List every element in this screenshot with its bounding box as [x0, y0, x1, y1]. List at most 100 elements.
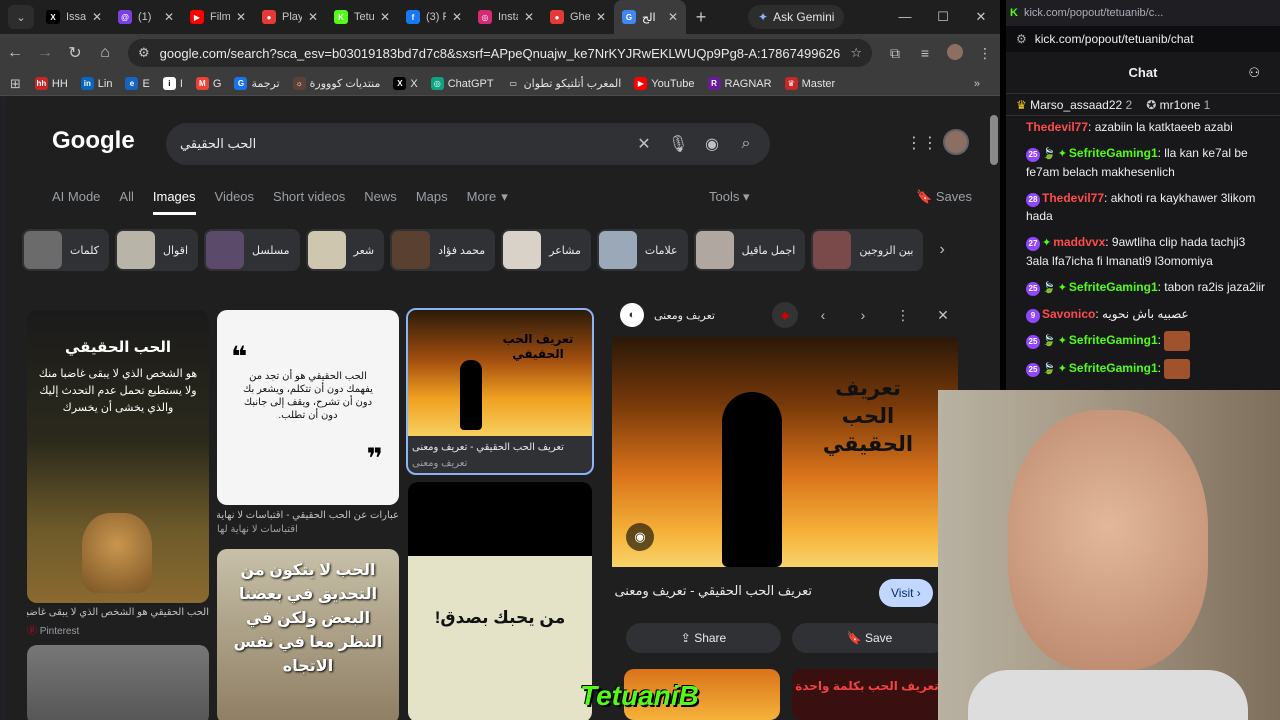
- browser-tab[interactable]: KTetuani✕: [326, 0, 398, 34]
- save-button[interactable]: 🔖 Save: [792, 623, 947, 653]
- search-input[interactable]: الحب الحقيقي: [180, 136, 620, 152]
- lens-search-icon[interactable]: ◉: [626, 523, 654, 551]
- chips-next-icon[interactable]: ›: [939, 241, 944, 259]
- lens-icon[interactable]: ◉: [702, 134, 722, 154]
- chat-message[interactable]: 27 ✦ maddvvx: 9awtliha clip hada tachji3 3…: [1006, 231, 1280, 276]
- browser-tab[interactable]: X Issa ✕: [38, 0, 110, 34]
- microphone-icon[interactable]: 🎙: [668, 134, 688, 154]
- bookmark-item[interactable]: hh HH: [34, 77, 68, 90]
- chat-username[interactable]: SefriteGaming1: [1069, 146, 1158, 160]
- google-logo[interactable]: Google: [52, 127, 135, 155]
- chat-username[interactable]: SefriteGaming1: [1069, 361, 1158, 375]
- profile-avatar[interactable]: [940, 43, 970, 63]
- related-search-chip[interactable]: بين الزوجين: [811, 229, 924, 271]
- account-avatar[interactable]: [943, 129, 969, 155]
- close-tab-icon[interactable]: ✕: [164, 10, 174, 24]
- reload-button[interactable]: ↻: [60, 43, 90, 63]
- chat-username[interactable]: SefriteGaming1: [1069, 333, 1158, 347]
- bookmark-item[interactable]: ▭ المغرب أتلتيكو تطوان: [506, 77, 621, 90]
- bookmark-item[interactable]: R RAGNAR: [707, 77, 772, 90]
- browser-tab[interactable]: @ (1) ✕: [110, 0, 182, 34]
- close-tab-icon[interactable]: ✕: [308, 10, 318, 24]
- chat-username[interactable]: Thedevil77: [1042, 191, 1104, 205]
- chat-message[interactable]: 25 🍃 ✦ SefriteGaming1:: [1006, 357, 1280, 385]
- chat-address-bar[interactable]: ⚙ kick.com/popout/tetuanib/chat: [1006, 26, 1280, 52]
- chat-message[interactable]: 9 Savonico: عصبيه باش نحويه: [1006, 303, 1280, 329]
- related-search-chip[interactable]: مسلسل: [204, 229, 300, 271]
- close-tab-icon[interactable]: ✕: [380, 10, 390, 24]
- home-button[interactable]: ⌂: [90, 44, 120, 62]
- result-caption[interactable]: عبارات عن الحب الحقيقي - اقتباسات لا نها…: [217, 510, 399, 521]
- preview-title[interactable]: تعريف الحب الحقيقي - تعريف ومعنى: [614, 583, 812, 599]
- related-search-chip[interactable]: اجمل ماقيل: [693, 229, 806, 271]
- apps-grid-icon[interactable]: ⊞: [10, 76, 21, 92]
- maximize-button[interactable]: ☐: [924, 0, 962, 34]
- search-box[interactable]: الحب الحقيقي ✕ 🎙 ◉ ⌕: [166, 123, 770, 165]
- next-image-icon[interactable]: ›: [848, 307, 878, 323]
- site-info-icon[interactable]: ⚙: [138, 45, 150, 61]
- search-icon[interactable]: ⌕: [736, 135, 756, 153]
- close-window-button[interactable]: ✕: [962, 0, 1000, 34]
- bookmark-item[interactable]: eE: [125, 77, 150, 90]
- tab-ai-mode[interactable]: AI Mode: [52, 189, 100, 215]
- bookmark-item[interactable]: G ترجمة: [234, 77, 280, 90]
- tab-search-button[interactable]: ⌄: [8, 5, 34, 29]
- page-scrollbar[interactable]: [990, 115, 998, 165]
- result-image-6[interactable]: من يحبك بصدق!: [408, 482, 592, 720]
- chat-message[interactable]: 25 🍃 ✦ SefriteGaming1:: [1006, 329, 1280, 357]
- browser-tab[interactable]: ◎Instagr✕: [470, 0, 542, 34]
- related-search-chip[interactable]: كلمات: [22, 229, 109, 271]
- browser-tab[interactable]: ●Ghebti✕: [542, 0, 614, 34]
- chat-message[interactable]: 25 🍃 ✦ SefriteGaming1: lla kan ke7al be fe7…: [1006, 142, 1280, 187]
- close-tab-icon[interactable]: ✕: [92, 10, 102, 24]
- close-preview-icon[interactable]: ✕: [928, 307, 958, 324]
- more-options-icon[interactable]: ⋮: [888, 307, 918, 324]
- new-tab-button[interactable]: +: [686, 7, 716, 28]
- browser-tab[interactable]: ▶Film ma✕: [182, 0, 254, 34]
- tab-short-videos[interactable]: Short videos: [273, 189, 345, 215]
- tools-button[interactable]: Tools ▾: [709, 189, 750, 205]
- related-search-chip[interactable]: شعر: [305, 229, 385, 271]
- tab-news[interactable]: News: [364, 189, 397, 215]
- saves-button[interactable]: 🔖 Saves: [916, 189, 972, 205]
- visit-button[interactable]: Visit ›: [879, 579, 933, 607]
- related-image-2[interactable]: تعريف الحب بكلمة واحدة: [792, 669, 942, 720]
- gifter-badge[interactable]: ♛ Marso_assaad22 2: [1016, 98, 1132, 112]
- tab-videos[interactable]: Videos: [215, 189, 255, 215]
- related-search-chip[interactable]: مشاعر: [501, 229, 591, 271]
- preview-source-name[interactable]: تعريف ومعنى: [654, 309, 715, 322]
- bookmark-item[interactable]: ◎ ChatGPT: [430, 77, 494, 90]
- share-button[interactable]: ⇪ Share: [626, 623, 781, 653]
- bookmark-item[interactable]: XX: [393, 77, 418, 90]
- browser-tab[interactable]: G الح ✕: [614, 0, 686, 34]
- close-tab-icon[interactable]: ✕: [596, 10, 606, 24]
- close-tab-icon[interactable]: ✕: [236, 10, 246, 24]
- chat-username[interactable]: Savonico: [1042, 307, 1095, 321]
- result-source[interactable]: ⓟ Pinterest: [27, 622, 209, 637]
- chat-message[interactable]: 28 Thedevil77: akhoti ra kaykhawer 3likom…: [1006, 187, 1280, 231]
- tab-more[interactable]: More: [467, 189, 497, 215]
- related-search-chip[interactable]: محمد فؤاد: [390, 229, 496, 271]
- chat-users-icon[interactable]: ⚇: [1248, 65, 1260, 81]
- back-button[interactable]: ←: [0, 44, 30, 62]
- result-image-5[interactable]: الحب لا يتكون من التحديق في بعضنا البعض …: [217, 549, 399, 720]
- clear-search-icon[interactable]: ✕: [634, 134, 654, 154]
- result-caption[interactable]: الحب الحقيقي هو الشخص الذي لا يبقى غاضبا…: [27, 607, 209, 618]
- minimize-button[interactable]: —: [886, 0, 924, 34]
- previous-image-icon[interactable]: ‹: [808, 307, 838, 323]
- bookmark-item[interactable]: in Lin: [80, 77, 112, 90]
- site-info-icon[interactable]: ⚙: [1016, 32, 1027, 46]
- bookmark-item[interactable]: iI: [162, 77, 183, 90]
- chat-message[interactable]: 25 🍃 ✦ SefriteGaming1: tabon ra2is jaza2iir: [1006, 276, 1280, 303]
- forward-button[interactable]: →: [30, 44, 60, 62]
- media-icon[interactable]: ≡: [910, 45, 940, 61]
- browser-tab[interactable]: f(3) Face✕: [398, 0, 470, 34]
- menu-icon[interactable]: ⋮: [970, 45, 1000, 62]
- related-search-chip[interactable]: علامات: [596, 229, 688, 271]
- bookmark-item[interactable]: MG: [195, 77, 221, 90]
- bookmarks-overflow-icon[interactable]: »: [974, 78, 980, 90]
- address-bar[interactable]: ⚙ google.com/search?sca_esv=b03019183bd7…: [128, 39, 872, 67]
- pdf-icon[interactable]: ⬥: [772, 302, 798, 328]
- result-source[interactable]: اقتباسات لا نهاية لها: [217, 524, 399, 535]
- bookmark-item[interactable]: ▶ YouTube: [634, 77, 695, 90]
